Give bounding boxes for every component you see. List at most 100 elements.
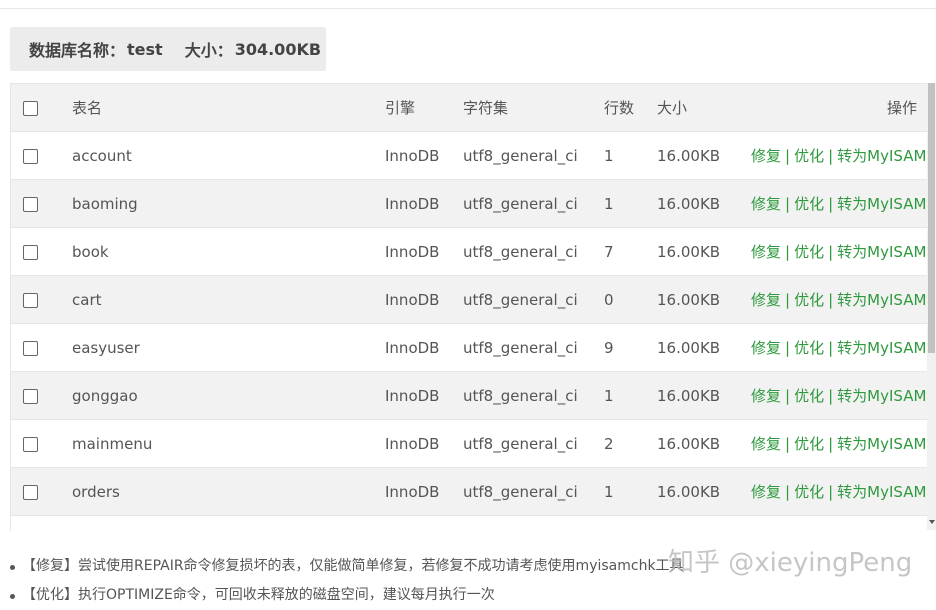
cell-table-name: orders bbox=[72, 467, 385, 516]
optimize-link[interactable]: 优化 bbox=[794, 147, 824, 165]
convert-myisam-link[interactable]: 转为MyISAM bbox=[837, 339, 926, 357]
tables-table: 表名 引擎 字符集 行数 大小 操作 account InnoDB utf8_gen… bbox=[11, 84, 928, 531]
cell-size: 16.00KB bbox=[657, 323, 751, 372]
row-select-cell bbox=[11, 323, 72, 372]
repair-link[interactable]: 修复 bbox=[751, 339, 781, 357]
convert-myisam-link[interactable]: 转为MyISAM bbox=[837, 195, 926, 213]
optimize-link[interactable]: 优化 bbox=[794, 195, 824, 213]
cell-table-name: baoming bbox=[72, 179, 385, 228]
row-checkbox[interactable] bbox=[23, 148, 38, 164]
cell-engine: InnoDB bbox=[385, 467, 463, 516]
cell-rows: 1 bbox=[604, 467, 657, 516]
action-separator: | bbox=[828, 243, 834, 261]
cell-charset: utf8_general_ci bbox=[463, 515, 604, 531]
scroll-down-arrow-icon[interactable] bbox=[929, 520, 935, 524]
cell-rows: 1 bbox=[604, 131, 657, 180]
cell-rows: 1 bbox=[604, 179, 657, 228]
header-engine: 引擎 bbox=[385, 84, 463, 132]
repair-link[interactable]: 修复 bbox=[751, 483, 781, 501]
db-size-value: 304.00KB bbox=[234, 39, 322, 59]
optimize-link[interactable]: 优化 bbox=[794, 339, 824, 357]
cell-actions: 修复|优化|转为MyISAM bbox=[751, 227, 928, 276]
repair-link[interactable]: 修复 bbox=[751, 195, 781, 213]
cell-charset: utf8_general_ci bbox=[463, 467, 604, 516]
table-row: mainmenu InnoDB utf8_general_ci 2 16.00KB 修复 |… bbox=[11, 419, 928, 468]
cell-actions: 修复|优化|转为MyISAM bbox=[751, 131, 928, 180]
action-separator: | bbox=[828, 435, 834, 453]
row-select-cell bbox=[11, 131, 72, 180]
cell-engine: InnoDB bbox=[385, 371, 463, 420]
table-row: easyuser InnoDB utf8_general_ci 9 16.00KB 修复 |… bbox=[11, 323, 928, 372]
table-scrollbar[interactable] bbox=[927, 83, 936, 530]
scrollbar-thumb[interactable] bbox=[928, 83, 935, 353]
repair-link[interactable]: 修复 bbox=[751, 243, 781, 261]
cell-table-name: mainmenu bbox=[72, 419, 385, 468]
action-separator: | bbox=[828, 339, 834, 357]
cell-table-name: book bbox=[72, 227, 385, 276]
action-separator: | bbox=[828, 483, 834, 501]
convert-myisam-link[interactable]: 转为MyISAM bbox=[837, 147, 926, 165]
cell-size: 16.00KB bbox=[657, 467, 751, 516]
cell-size: 16.00KB bbox=[657, 275, 751, 324]
table-row: ordersInnoDButf8_general_ci716.00KB修复|优化… bbox=[11, 515, 928, 531]
cell-actions: 修复|优化|转为MyISAM bbox=[751, 371, 928, 420]
optimize-link[interactable]: 优化 bbox=[794, 291, 824, 309]
row-checkbox[interactable] bbox=[23, 340, 38, 356]
table-header-row: 表名 引擎 字符集 行数 大小 操作 bbox=[11, 84, 928, 132]
header-actions: 操作 bbox=[751, 84, 928, 132]
table-row: cart InnoDB utf8_general_ci 0 16.00KB 修复 | 优化 | 转… bbox=[11, 275, 928, 324]
repair-link[interactable]: 修复 bbox=[751, 147, 781, 165]
cell-rows: 2 bbox=[604, 419, 657, 468]
repair-link[interactable]: 修复 bbox=[751, 387, 781, 405]
row-checkbox[interactable] bbox=[23, 436, 38, 452]
action-separator: | bbox=[785, 147, 791, 165]
action-separator: | bbox=[785, 387, 791, 405]
db-name-label: 数据库名称： bbox=[29, 41, 126, 60]
table-row: account InnoDB utf8_general_ci 1 16.00KB 修复 | 优… bbox=[11, 131, 928, 180]
convert-myisam-link[interactable]: 转为MyISAM bbox=[837, 387, 926, 405]
optimize-link[interactable]: 优化 bbox=[794, 483, 824, 501]
row-checkbox[interactable] bbox=[23, 292, 38, 308]
db-size-label: 大小： bbox=[184, 41, 233, 60]
optimize-link[interactable]: 优化 bbox=[794, 435, 824, 453]
row-select-cell bbox=[11, 179, 72, 228]
cell-rows: 1 bbox=[604, 371, 657, 420]
cell-actions: 修复|优化|转为MyISAM bbox=[751, 419, 928, 468]
row-checkbox[interactable] bbox=[23, 388, 38, 404]
action-separator: | bbox=[828, 387, 834, 405]
repair-link[interactable]: 修复 bbox=[751, 291, 781, 309]
action-separator: | bbox=[785, 339, 791, 357]
action-separator: | bbox=[785, 291, 791, 309]
cell-actions: 修复|优化|转为MyISAM bbox=[751, 515, 928, 531]
convert-myisam-link[interactable]: 转为MyISAM bbox=[837, 483, 926, 501]
action-separator: | bbox=[828, 147, 834, 165]
cell-size: 16.00KB bbox=[657, 515, 751, 531]
cell-table-name: gonggao bbox=[72, 371, 385, 420]
table-body: account InnoDB utf8_general_ci 1 16.00KB 修复 | 优… bbox=[11, 131, 928, 531]
action-separator: | bbox=[785, 483, 791, 501]
cell-rows: 0 bbox=[604, 275, 657, 324]
row-select-cell bbox=[11, 275, 72, 324]
row-select-cell bbox=[11, 371, 72, 420]
cell-engine: InnoDB bbox=[385, 179, 463, 228]
cell-size: 16.00KB bbox=[657, 131, 751, 180]
cell-table-name: account bbox=[72, 131, 385, 180]
cell-actions: 修复|优化|转为MyISAM bbox=[751, 275, 928, 324]
row-checkbox[interactable] bbox=[23, 244, 38, 260]
convert-myisam-link[interactable]: 转为MyISAM bbox=[837, 435, 926, 453]
cell-rows: 7 bbox=[604, 227, 657, 276]
convert-myisam-link[interactable]: 转为MyISAM bbox=[837, 291, 926, 309]
cell-engine: InnoDB bbox=[385, 323, 463, 372]
table-row: baoming InnoDB utf8_general_ci 1 16.00KB 修复 | 优… bbox=[11, 179, 928, 228]
convert-myisam-link[interactable]: 转为MyISAM bbox=[837, 243, 926, 261]
row-checkbox[interactable] bbox=[23, 196, 38, 212]
cell-charset: utf8_general_ci bbox=[463, 275, 604, 324]
cell-actions: 修复|优化|转为MyISAM bbox=[751, 467, 928, 516]
repair-link[interactable]: 修复 bbox=[751, 435, 781, 453]
optimize-link[interactable]: 优化 bbox=[794, 243, 824, 261]
select-all-checkbox[interactable] bbox=[23, 100, 38, 116]
row-checkbox[interactable] bbox=[23, 484, 38, 500]
cell-charset: utf8_general_ci bbox=[463, 227, 604, 276]
optimize-link[interactable]: 优化 bbox=[794, 387, 824, 405]
top-border bbox=[0, 0, 936, 9]
